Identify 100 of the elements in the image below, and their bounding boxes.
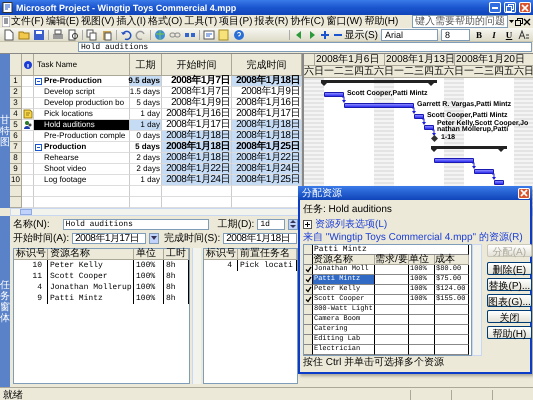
menu-item[interactable]: 帮助(H) xyxy=(363,16,400,28)
finish-date-cell: 2008年1月22日 xyxy=(232,153,302,164)
weekday-label: 四 xyxy=(494,66,504,77)
start-date-cell: 2008年1月16日 xyxy=(162,109,232,120)
window-restore-icon[interactable] xyxy=(515,18,523,26)
text-style-icon[interactable] xyxy=(518,28,530,40)
menu-item[interactable]: 格式(O) xyxy=(146,16,184,28)
table-cell xyxy=(435,345,469,355)
menu-item[interactable]: 窗口(W) xyxy=(325,16,364,28)
column-header: 需求/要 xyxy=(375,255,409,265)
vertical-scrollbar[interactable] xyxy=(472,244,482,356)
close-button[interactable] xyxy=(518,188,530,198)
weekday-label: 日 xyxy=(454,66,464,77)
menu-item[interactable]: 插入(I) xyxy=(115,16,147,28)
task-label: 任务: Hold auditions xyxy=(303,203,392,216)
collapse-icon[interactable] xyxy=(35,144,42,150)
weekday-label: 三 xyxy=(484,66,494,77)
menu-item[interactable]: 视图(V) xyxy=(80,16,116,28)
task-name[interactable]: Shoot video xyxy=(34,164,130,175)
task-name[interactable]: Production xyxy=(34,142,130,153)
format-button[interactable]: U xyxy=(503,30,515,40)
task-name-field[interactable]: Hold auditions xyxy=(62,218,209,230)
column-header: 单位 xyxy=(409,255,435,265)
expand-icon[interactable] xyxy=(303,220,312,228)
task-bar xyxy=(324,92,344,97)
table-cell: 4 xyxy=(204,260,238,271)
vertical-scrollbar[interactable] xyxy=(192,248,201,384)
weekday-label: 二 xyxy=(474,66,484,77)
task-name[interactable]: Develop script xyxy=(34,87,130,98)
dialog-button[interactable]: 删除(E) xyxy=(487,262,532,275)
dialog-button[interactable]: 图表(G)... xyxy=(487,294,532,307)
task-name[interactable]: Hold auditions xyxy=(34,120,130,131)
paste-icon[interactable] xyxy=(101,28,113,40)
task-name[interactable]: Pre-Production xyxy=(34,76,130,87)
week-label: 2008年1月6日 xyxy=(314,54,384,65)
font-size-dropdown[interactable]: 8 xyxy=(441,28,470,40)
task-name[interactable]: Pre-Production comple xyxy=(34,131,130,142)
weekday-label: 一 xyxy=(394,66,404,77)
task-name[interactable]: Log footage xyxy=(34,175,130,186)
table-cell xyxy=(409,345,435,355)
show-menu-button[interactable]: 显示(S) xyxy=(344,28,378,42)
task-info-icon[interactable] xyxy=(203,28,215,40)
horizontal-scrollbar[interactable] xyxy=(10,208,300,216)
print-preview-icon[interactable] xyxy=(67,28,79,40)
menu-item[interactable]: 报表(R) xyxy=(254,16,290,28)
dropdown-button[interactable] xyxy=(149,232,160,244)
caret-icon[interactable] xyxy=(508,18,515,25)
duration-cell: 1.5 days xyxy=(130,87,162,98)
dialog-button[interactable]: 替换(P)... xyxy=(487,278,532,291)
finish-date-cell: 2008年1月18日 xyxy=(232,76,302,87)
task-name[interactable]: Rehearse xyxy=(34,153,130,164)
close-icon xyxy=(520,189,528,197)
dialog-button[interactable]: 关闭 xyxy=(487,310,532,323)
weekday-label: 一 xyxy=(324,66,334,77)
plus-icon[interactable] xyxy=(318,28,329,40)
menu-item[interactable]: 协作(C) xyxy=(289,16,326,28)
restore-button[interactable] xyxy=(504,2,516,13)
print-icon[interactable] xyxy=(52,28,64,40)
empty-cell xyxy=(375,335,409,345)
format-button[interactable]: I xyxy=(488,30,500,40)
column-header: 标识号 xyxy=(14,249,48,260)
table-cell xyxy=(409,325,435,335)
menu-item[interactable]: 项目(P) xyxy=(218,16,254,28)
menu-item[interactable]: 工具(T) xyxy=(183,16,218,28)
options-link[interactable]: 资源列表选项(L) xyxy=(315,217,388,231)
help-search-field[interactable]: 键入需要帮助的问题 xyxy=(412,15,508,28)
weekday-label: 二 xyxy=(334,66,344,77)
undo-icon[interactable] xyxy=(120,28,132,40)
globe-icon[interactable] xyxy=(154,28,166,40)
collapse-icon[interactable] xyxy=(35,78,42,84)
minimize-button[interactable] xyxy=(489,2,501,13)
dialog-button[interactable]: 帮助(H) xyxy=(487,326,532,339)
close-icon[interactable] xyxy=(523,18,531,26)
finish-date-cell: 2008年1月16日 xyxy=(232,98,302,109)
notes-icon[interactable] xyxy=(218,28,230,40)
weekday-label: 四 xyxy=(354,66,364,77)
weekday-label: 五 xyxy=(504,66,514,77)
caret-icon xyxy=(151,236,158,240)
menu-item[interactable]: 文件(F) xyxy=(10,16,45,28)
empty-cell xyxy=(375,345,409,355)
weekday-label: 二 xyxy=(404,66,414,77)
task-bar xyxy=(424,125,434,130)
row-number: 2 xyxy=(10,87,22,98)
column-header: Task Name xyxy=(34,54,130,76)
entry-field[interactable]: Hold auditions xyxy=(78,42,532,52)
weekday-label: 三 xyxy=(414,66,424,77)
people-icon xyxy=(22,120,32,130)
spinner-button[interactable] xyxy=(288,218,298,230)
copy-icon[interactable] xyxy=(86,28,98,40)
window-title: Microsoft Project - Wingtip Toys Commercial 4.mpp xyxy=(16,2,238,12)
duration-field[interactable]: 1d xyxy=(257,218,286,230)
font-dropdown[interactable]: Arial xyxy=(381,28,438,40)
help-icon[interactable] xyxy=(233,28,245,40)
save-icon[interactable] xyxy=(33,28,45,40)
format-button[interactable]: B xyxy=(473,30,485,40)
close-button[interactable] xyxy=(519,2,531,13)
menu-item[interactable]: 编辑(E) xyxy=(44,16,80,28)
empty-cell xyxy=(162,186,232,197)
task-name[interactable]: Develop production bo xyxy=(34,98,130,109)
table-cell: Jonathan Mollerup xyxy=(48,282,134,293)
